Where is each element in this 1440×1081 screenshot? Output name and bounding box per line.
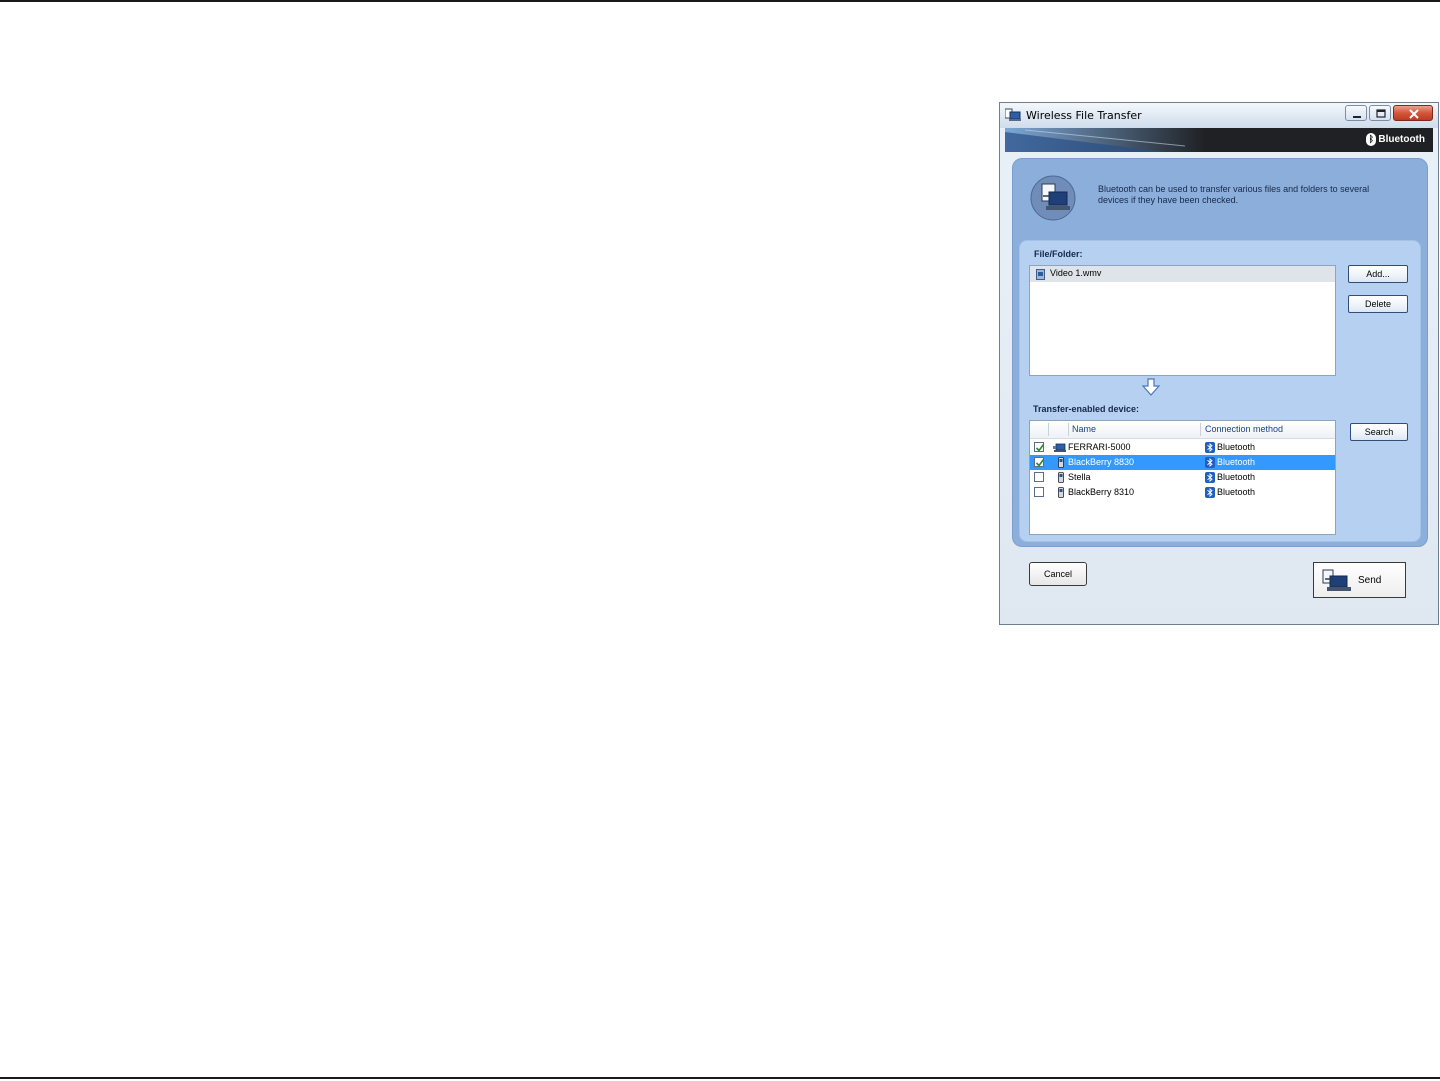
send-button[interactable]: Send (1313, 562, 1406, 598)
minimize-button[interactable] (1345, 105, 1367, 121)
file-folder-label: File/Folder: (1034, 249, 1083, 259)
bluetooth-icon (1205, 472, 1215, 483)
transfer-description: Bluetooth can be used to transfer variou… (1098, 184, 1370, 205)
phone-icon (1058, 487, 1064, 498)
wireless-file-transfer-window: Wireless File Transfer ᛒ Bluetooth Bluet… (999, 102, 1439, 625)
device-list-header: Name Connection method (1030, 421, 1335, 439)
device-name: FERRARI-5000 (1068, 442, 1131, 452)
add-button[interactable]: Add... (1348, 265, 1408, 283)
cancel-button[interactable]: Cancel (1029, 562, 1087, 586)
bluetooth-icon (1205, 457, 1215, 468)
file-name: Video 1.wmv (1050, 268, 1102, 278)
bluetooth-banner: ᛒ Bluetooth (1005, 128, 1433, 152)
device-checkbox[interactable] (1034, 457, 1045, 467)
video-file-icon (1036, 269, 1045, 280)
device-row[interactable]: BlackBerry 8310 Bluetooth (1030, 485, 1335, 500)
file-list[interactable]: Video 1.wmv (1029, 265, 1336, 376)
bluetooth-rune-icon: ᛒ (1366, 133, 1377, 146)
transfer-device-label: Transfer-enabled device: (1033, 404, 1140, 414)
arrow-down-icon (1141, 378, 1161, 396)
device-connection: Bluetooth (1217, 487, 1256, 497)
laptop-icon (1053, 443, 1066, 452)
column-divider (1068, 423, 1069, 436)
device-checkbox[interactable] (1034, 487, 1044, 497)
bluetooth-logo: ᛒ Bluetooth (1366, 133, 1425, 146)
device-row[interactable]: Stella Bluetooth (1030, 470, 1335, 485)
device-checkbox[interactable] (1034, 442, 1045, 452)
file-transfer-icon (1030, 175, 1076, 221)
device-row[interactable]: FERRARI-5000 Bluetooth (1030, 440, 1335, 455)
device-name: BlackBerry 8310 (1068, 487, 1135, 497)
bluetooth-brand-text: Bluetooth (1378, 134, 1425, 146)
page-bottom-rule (0, 1077, 1440, 1079)
device-connection: Bluetooth (1217, 442, 1256, 452)
device-name: BlackBerry 8830 (1068, 457, 1135, 467)
laptop-banner-art (1005, 128, 1205, 152)
column-divider (1200, 423, 1201, 436)
send-label: Send (1358, 575, 1382, 586)
bluetooth-icon (1205, 487, 1215, 498)
search-button[interactable]: Search (1350, 423, 1408, 441)
phone-icon (1058, 457, 1064, 468)
close-icon (1409, 109, 1419, 119)
device-row-selected[interactable]: BlackBerry 8830 Bluetooth (1030, 455, 1335, 470)
device-name: Stella (1068, 472, 1091, 482)
phone-icon (1058, 472, 1064, 483)
column-header-connection[interactable]: Connection method (1205, 424, 1283, 434)
send-file-icon (1322, 569, 1351, 591)
page-top-rule (0, 0, 1440, 2)
column-divider (1048, 423, 1049, 436)
column-header-name[interactable]: Name (1072, 424, 1096, 434)
close-button[interactable] (1393, 105, 1433, 121)
device-connection: Bluetooth (1217, 472, 1256, 482)
device-list[interactable]: Name Connection method FERRARI-5000 Blue… (1029, 420, 1336, 535)
file-list-item[interactable]: Video 1.wmv (1030, 266, 1335, 282)
title-bar[interactable]: Wireless File Transfer (1000, 103, 1438, 128)
file-transfer-app-icon (1005, 108, 1021, 121)
checkmark-icon (1035, 444, 1045, 452)
device-checkbox[interactable] (1034, 472, 1044, 482)
window-title: Wireless File Transfer (1026, 109, 1142, 122)
minimize-icon (1353, 116, 1361, 118)
bluetooth-icon (1205, 442, 1215, 453)
device-connection: Bluetooth (1217, 457, 1256, 467)
maximize-icon (1376, 109, 1386, 118)
main-panel: Bluetooth can be used to transfer variou… (1012, 158, 1428, 547)
delete-button[interactable]: Delete (1348, 295, 1408, 313)
checkmark-icon (1035, 459, 1045, 467)
maximize-button[interactable] (1369, 105, 1391, 121)
transfer-panel: File/Folder: Video 1.wmv Add... Delete T… (1019, 240, 1421, 542)
